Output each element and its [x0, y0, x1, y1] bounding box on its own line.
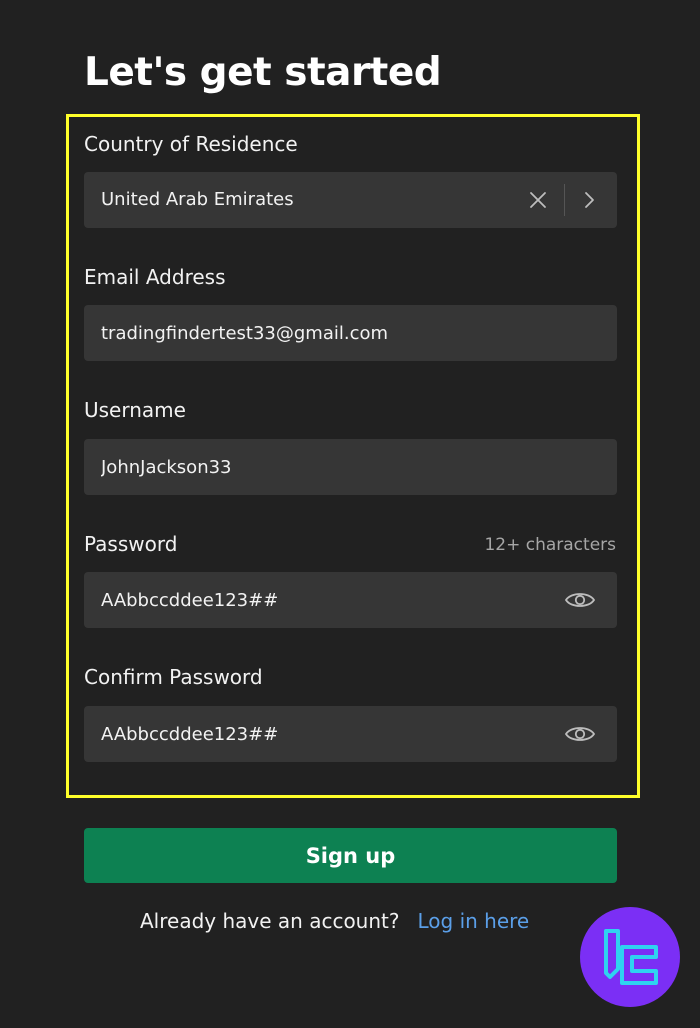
- username-field-box: [84, 439, 617, 495]
- log-in-link[interactable]: Log in here: [417, 909, 529, 933]
- page-title: Let's get started: [84, 50, 442, 95]
- password-label: Password: [84, 532, 178, 556]
- country-label: Country of Residence: [84, 132, 298, 156]
- country-select[interactable]: United Arab Emirates: [84, 172, 617, 228]
- country-value: United Arab Emirates: [101, 189, 294, 210]
- email-field[interactable]: [84, 305, 617, 361]
- login-prompt: Already have an account?: [140, 909, 400, 933]
- password-field[interactable]: [84, 572, 617, 628]
- username-label: Username: [84, 398, 186, 422]
- sign-up-button[interactable]: Sign up: [84, 828, 617, 883]
- select-divider: [564, 184, 565, 216]
- brand-logo-icon: [580, 907, 680, 1007]
- confirm-password-field-box: [84, 706, 617, 762]
- confirm-password-field[interactable]: [84, 706, 617, 762]
- eye-icon[interactable]: [564, 723, 596, 745]
- confirm-password-label: Confirm Password: [84, 665, 263, 689]
- email-field-box: [84, 305, 617, 361]
- username-field[interactable]: [84, 439, 617, 495]
- password-hint: 12+ characters: [484, 535, 616, 555]
- eye-icon[interactable]: [564, 589, 596, 611]
- login-prompt-row: Already have an account? Log in here: [140, 906, 529, 936]
- chevron-right-icon[interactable]: [579, 190, 599, 210]
- email-label: Email Address: [84, 265, 226, 289]
- password-field-box: [84, 572, 617, 628]
- close-icon[interactable]: [528, 190, 548, 210]
